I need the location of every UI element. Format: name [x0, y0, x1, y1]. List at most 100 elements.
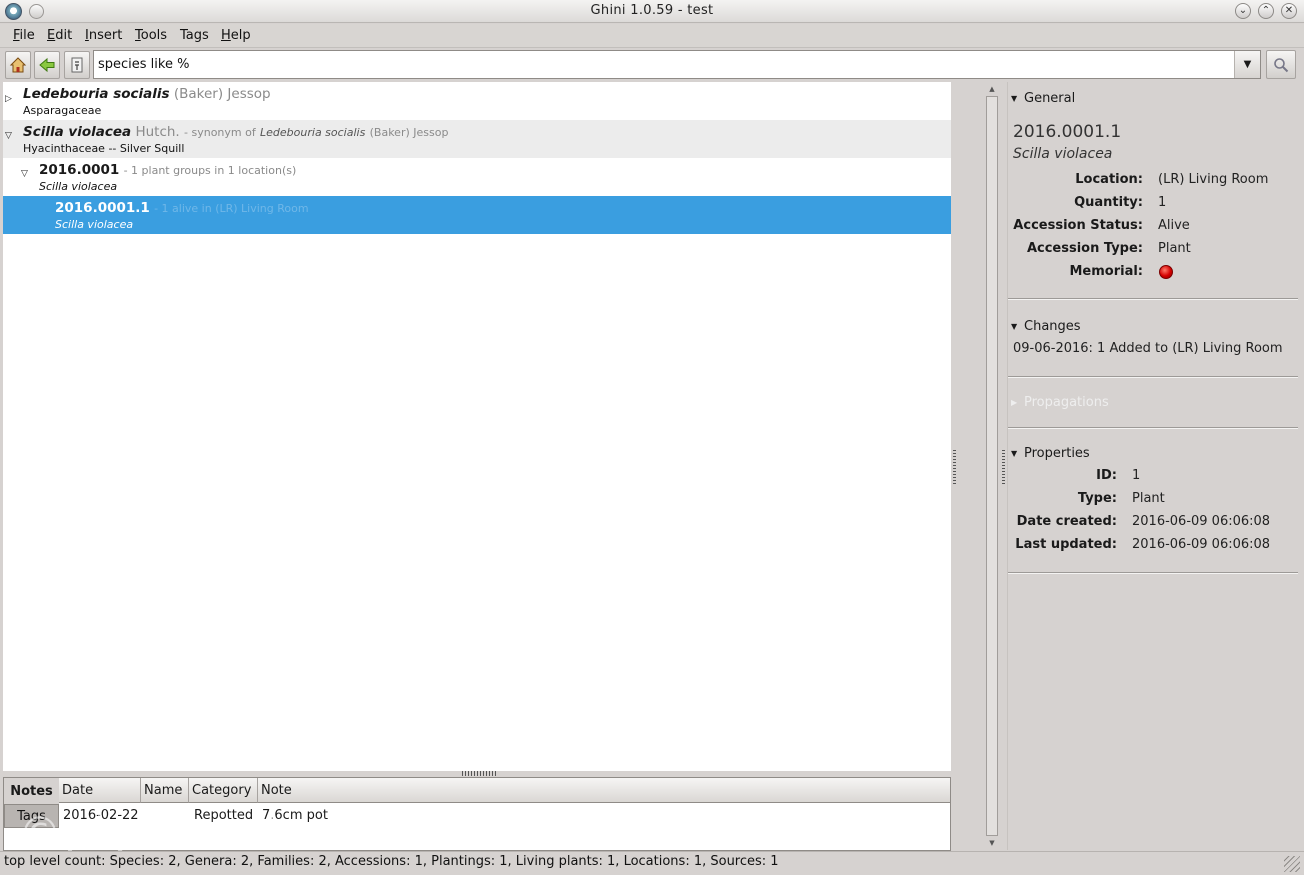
column-header-date[interactable]: Date: [59, 778, 141, 803]
results-tree[interactable]: ▷ Ledebouria socialis (Baker) Jessop Asp…: [3, 82, 951, 771]
result-main-text: 2016.0001.1 - 1 alive in (LR) Living Roo…: [55, 200, 309, 216]
plant-species: Scilla violacea: [1013, 146, 1113, 162]
label-quantity: Quantity:: [1074, 195, 1143, 210]
label-date-created: Date created:: [1016, 514, 1117, 529]
change-entry: 09-06-2016: 1 Added to (LR) Living Room: [1013, 341, 1283, 356]
vertical-scrollbar[interactable]: ▲ ▼: [984, 82, 1000, 850]
value-date-created: 2016-06-09 06:06:08: [1132, 514, 1271, 529]
label-last-updated: Last updated:: [1015, 537, 1117, 552]
value-id: 1: [1132, 468, 1141, 483]
species-name: Ledebouria socialis: [23, 86, 170, 102]
result-row-species-ledebouria[interactable]: ▷ Ledebouria socialis (Baker) Jessop Asp…: [3, 82, 951, 120]
label-accession-type: Accession Type:: [1026, 241, 1143, 256]
synonym-prefix: - synonym of: [184, 126, 256, 139]
home-button[interactable]: [5, 51, 31, 79]
plant-summary: - 1 alive in (LR) Living Room: [154, 202, 309, 215]
tab-notes[interactable]: Notes: [4, 778, 59, 804]
section-general-title: General: [1024, 91, 1076, 106]
pane-splitter-grip[interactable]: [1002, 450, 1005, 484]
column-header-category[interactable]: Category: [189, 778, 258, 803]
menu-edit[interactable]: Edit: [47, 28, 72, 43]
result-row-species-scilla[interactable]: ▽ Scilla violacea Hutch. - synonym of Le…: [3, 120, 951, 158]
value-location[interactable]: (LR) Living Room: [1158, 172, 1268, 187]
scroll-trough[interactable]: [986, 96, 998, 836]
species-author: Hutch.: [135, 124, 180, 140]
synonym-name: Ledebouria socialis: [260, 126, 366, 139]
back-button[interactable]: [34, 51, 60, 79]
column-header-name[interactable]: Name: [141, 778, 189, 803]
preferences-button[interactable]: [64, 51, 90, 79]
expander-collapsed-icon: ▶: [1011, 398, 1018, 407]
separator: [1008, 427, 1298, 428]
window-title: Ghini 1.0.59 - test: [590, 3, 714, 18]
expander-expanded-icon: ▼: [1011, 322, 1018, 331]
menu-edit-label: dit: [55, 28, 73, 43]
search-history-dropdown[interactable]: ▼: [1234, 51, 1260, 78]
pane-splitter-grip[interactable]: [953, 450, 956, 484]
section-propagations-header: ▶ Propagations: [1011, 395, 1109, 410]
section-propagations-title: Propagations: [1024, 395, 1109, 410]
value-accession-status: Alive: [1158, 218, 1190, 233]
status-bar: top level count: Species: 2, Genera: 2, …: [0, 851, 1304, 875]
value-type: Plant: [1132, 491, 1165, 506]
expander-expanded-icon[interactable]: ▽: [21, 169, 28, 179]
menu-tools[interactable]: Tools: [135, 28, 167, 43]
menu-tools-label: ools: [140, 28, 168, 43]
plant-code: 2016.0001.1: [55, 200, 150, 216]
preferences-icon: [71, 57, 83, 73]
search-input[interactable]: [94, 51, 1234, 78]
result-main-text: Scilla violacea Hutch. - synonym of Lede…: [23, 124, 448, 140]
scroll-down-icon[interactable]: ▼: [986, 837, 998, 849]
species-name: Scilla violacea: [23, 124, 132, 140]
expander-expanded-icon: ▼: [1011, 94, 1018, 103]
label-type: Type:: [1077, 491, 1117, 506]
title-bar: Ghini 1.0.59 - test ⌄ ⌃ ✕: [0, 0, 1304, 23]
search-button[interactable]: [1266, 50, 1296, 79]
section-general-header[interactable]: ▼ General: [1011, 91, 1076, 106]
menu-help-label: elp: [230, 28, 251, 43]
menu-file[interactable]: File: [13, 28, 35, 43]
resize-grip-icon[interactable]: [1284, 856, 1300, 872]
expander-expanded-icon[interactable]: ▽: [5, 131, 12, 141]
expander-collapsed-icon[interactable]: ▷: [5, 94, 12, 104]
value-accession-type: Plant: [1158, 241, 1191, 256]
pane-splitter-handle[interactable]: [462, 771, 496, 776]
family-name: Asparagaceae: [23, 104, 102, 117]
search-box[interactable]: ▼: [93, 50, 1261, 79]
expander-expanded-icon: ▼: [1011, 449, 1018, 458]
menu-help[interactable]: Help: [221, 28, 251, 43]
species-author: (Baker) Jessop: [173, 86, 271, 102]
label-accession-status: Accession Status:: [1013, 218, 1143, 233]
magnifier-icon: [1274, 57, 1289, 72]
result-main-text: 2016.0001 - 1 plant groups in 1 location…: [39, 162, 296, 178]
synonym-author: (Baker) Jessop: [369, 126, 449, 139]
menu-edit-mnemonic: E: [47, 28, 56, 43]
status-text: top level count: Species: 2, Genera: 2, …: [4, 854, 779, 869]
column-header-note[interactable]: Note: [258, 778, 950, 803]
accession-species: Scilla violacea: [39, 180, 118, 193]
menu-bar: File Edit Insert Tools Tags Help: [0, 24, 1304, 48]
home-icon: [9, 57, 27, 73]
separator: [1008, 376, 1298, 377]
chevron-down-icon: ▼: [1243, 59, 1252, 70]
result-row-plant-selected[interactable]: 2016.0001.1 - 1 alive in (LR) Living Roo…: [3, 196, 951, 234]
menu-tags[interactable]: Tags: [180, 28, 209, 43]
menu-file-label: ile: [19, 28, 35, 43]
scroll-up-icon[interactable]: ▲: [986, 83, 998, 95]
plant-species: Scilla violacea: [55, 218, 134, 231]
menu-insert[interactable]: Insert: [85, 28, 122, 43]
close-button[interactable]: ✕: [1281, 3, 1297, 19]
section-changes-title: Changes: [1024, 319, 1081, 334]
value-quantity: 1: [1158, 195, 1167, 210]
back-arrow-icon: [39, 57, 55, 73]
menu-help-mnemonic: H: [221, 28, 231, 43]
menu-insert-label: nsert: [88, 28, 123, 43]
family-name: Hyacinthaceae -- Silver Squill: [23, 142, 185, 155]
minimize-button[interactable]: ⌄: [1235, 3, 1251, 19]
section-properties-header[interactable]: ▼ Properties: [1011, 446, 1090, 461]
maximize-button[interactable]: ⌃: [1258, 3, 1274, 19]
section-changes-header[interactable]: ▼ Changes: [1011, 319, 1081, 334]
result-row-accession[interactable]: ▽ 2016.0001 - 1 plant groups in 1 locati…: [3, 158, 951, 196]
label-id: ID:: [1096, 468, 1117, 483]
accession-code: 2016.0001: [39, 162, 120, 178]
